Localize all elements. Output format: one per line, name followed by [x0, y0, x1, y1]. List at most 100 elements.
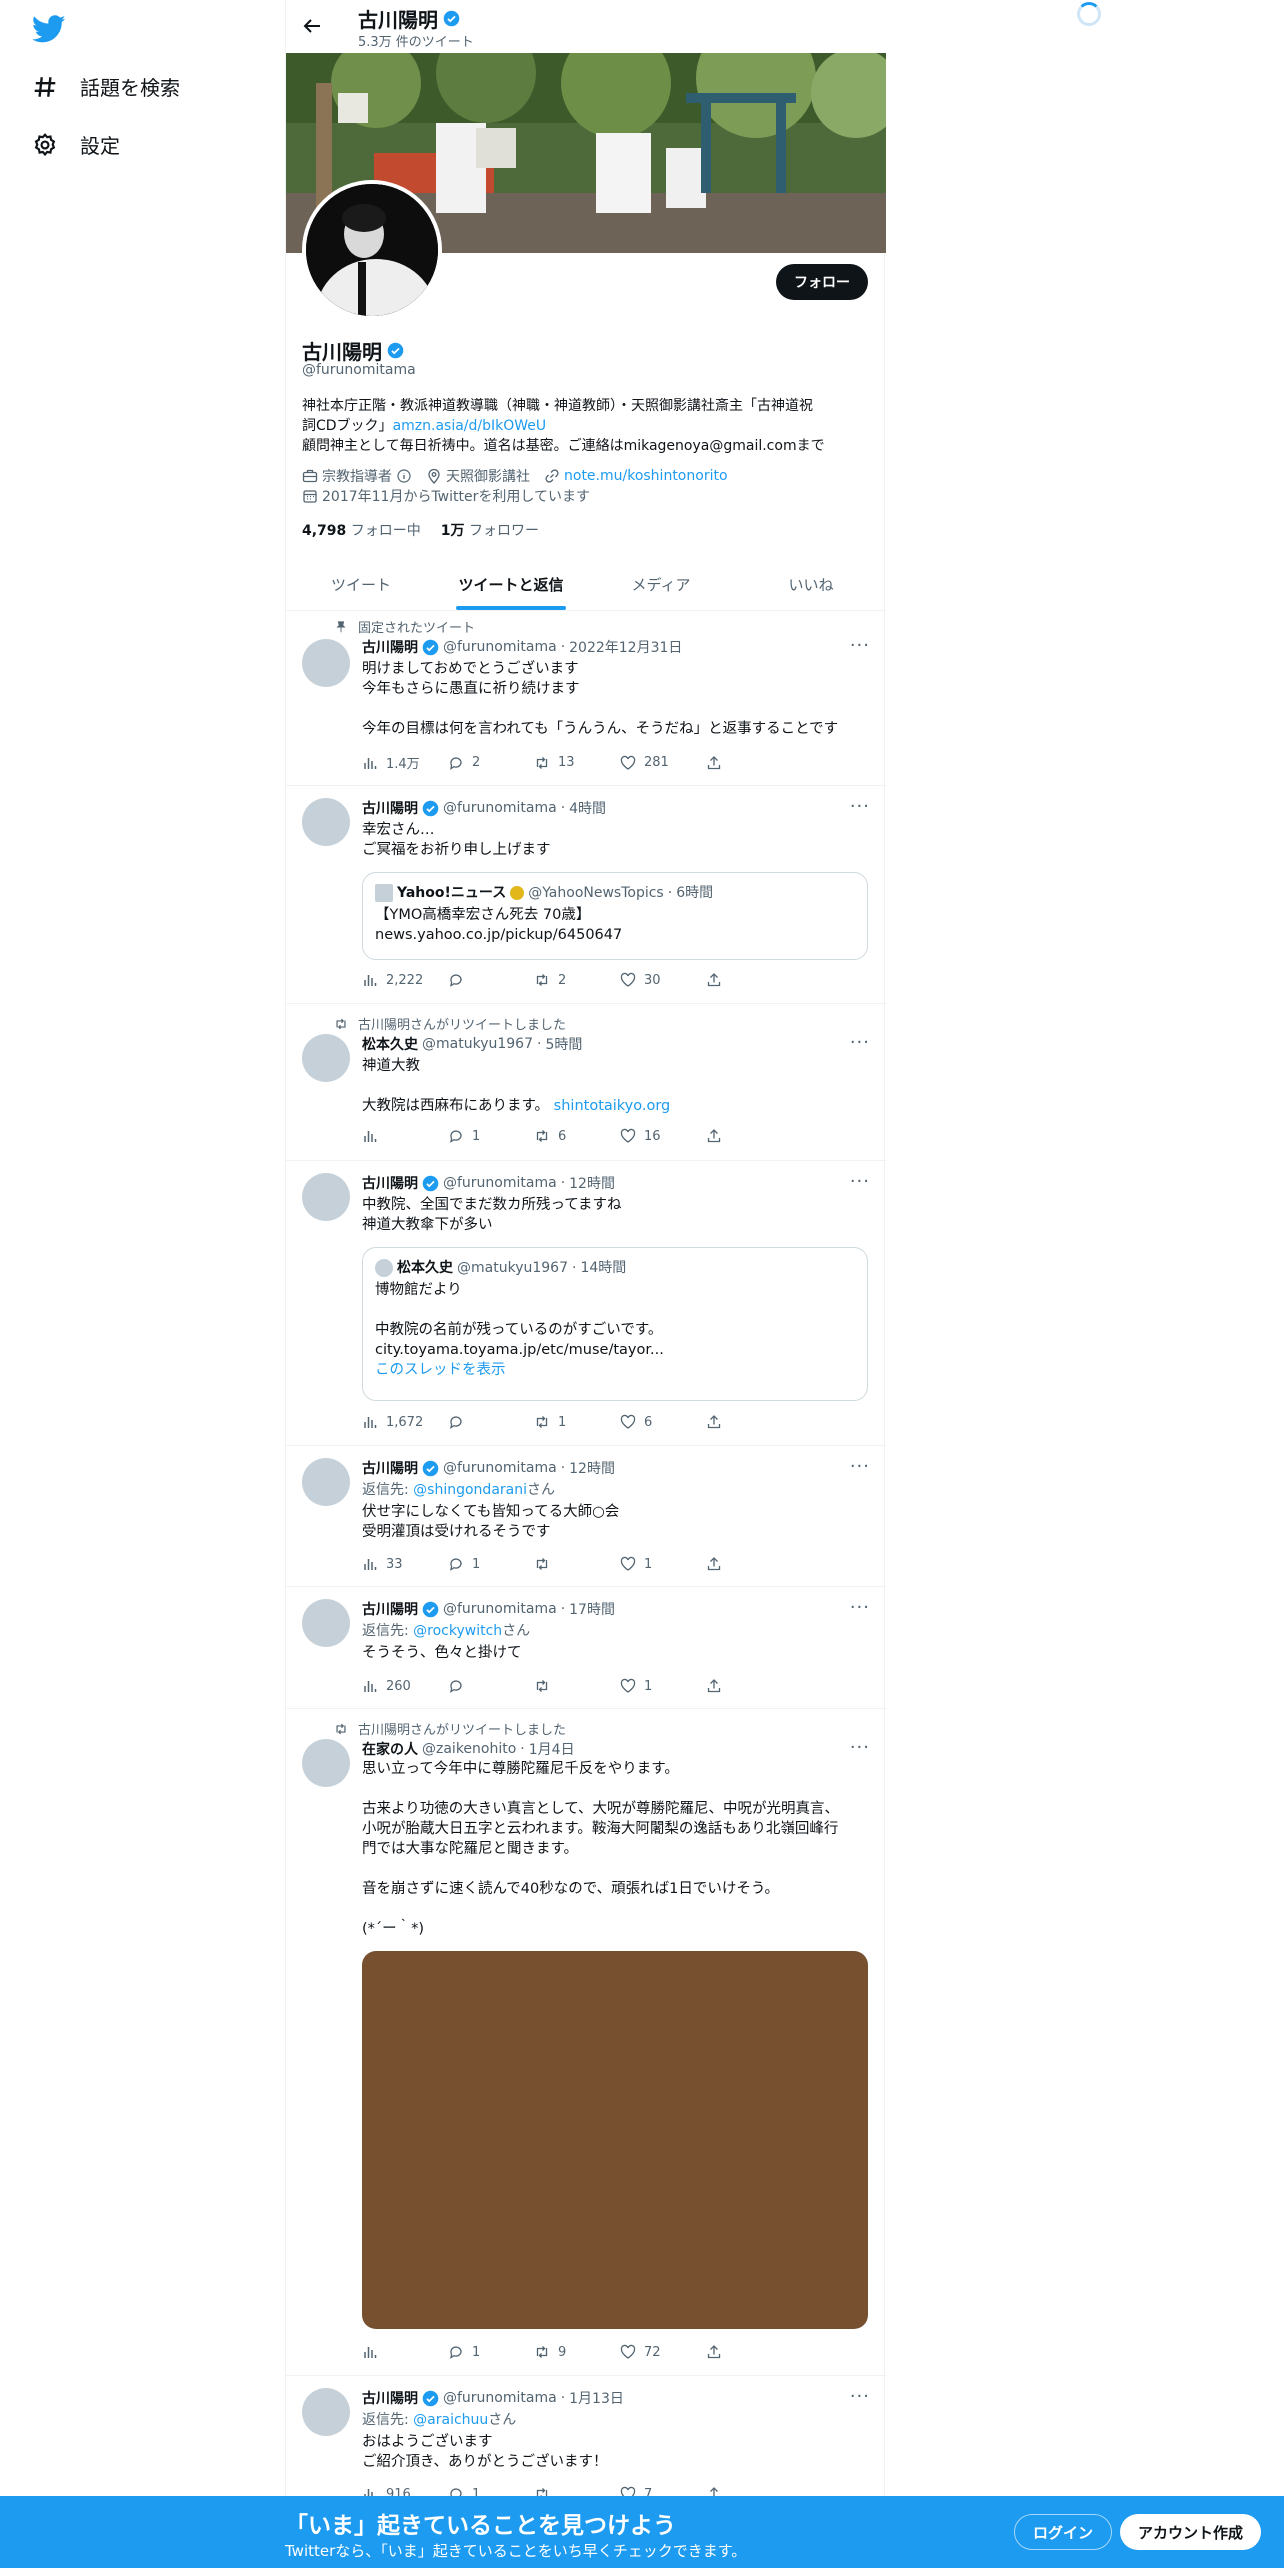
share-action[interactable]	[706, 1556, 792, 1572]
tweet-card[interactable]: 固定されたツイート 古川陽明 @furunomitama · 2022年12月31…	[286, 611, 886, 786]
reply-action[interactable]: 1	[448, 1556, 534, 1572]
author-name[interactable]: 在家の人	[362, 1739, 418, 1759]
like-action[interactable]: 16	[620, 1128, 706, 1144]
more-options-icon[interactable]: ···	[850, 1597, 870, 1618]
tab-tweets[interactable]: ツイート	[286, 558, 436, 610]
retweet-action[interactable]: 13	[534, 755, 620, 771]
like-action[interactable]: 6	[620, 1414, 706, 1430]
back-arrow-icon[interactable]	[300, 14, 324, 38]
bio-link[interactable]: amzn.asia/d/bIkOWeU	[393, 418, 547, 434]
author-handle[interactable]: @furunomitama	[443, 639, 557, 655]
reply-to-handle[interactable]: @rockywitch	[413, 1623, 502, 1639]
tweet-card[interactable]: 古川陽明さんがリツイートしました 在家の人 @zaikenohito · 1月4日…	[286, 1709, 886, 2376]
more-options-icon[interactable]: ···	[850, 1171, 870, 1192]
tweet-time[interactable]: 12時間	[569, 1458, 615, 1478]
follow-button[interactable]: フォロー	[776, 264, 868, 300]
retweet-action[interactable]: 2	[534, 972, 620, 988]
reply-action[interactable]	[448, 972, 534, 988]
tweet-time[interactable]: 12時間	[569, 1173, 615, 1193]
retweet-action[interactable]	[534, 1678, 620, 1694]
tab-media[interactable]: メディア	[586, 558, 736, 610]
views-action[interactable]: 33	[362, 1556, 448, 1572]
like-action[interactable]: 1	[620, 1678, 706, 1694]
more-options-icon[interactable]: ···	[850, 2386, 870, 2407]
login-button[interactable]: ログイン	[1014, 2514, 1113, 2550]
info-icon[interactable]	[396, 468, 412, 484]
more-options-icon[interactable]: ···	[850, 796, 870, 817]
retweet-action[interactable]	[534, 1556, 620, 1572]
quoted-tweet[interactable]: 松本久史 @matukyu1967 · 14時間 博物館だより 中教院の名前が残っ…	[362, 1247, 868, 1401]
tweet-card[interactable]: 古川陽明 @furunomitama · 12時間 ··· 中教院、全国でまだ数カ…	[286, 1161, 886, 1446]
tweet-card[interactable]: 古川陽明 @furunomitama · 4時間 ··· 幸宏さん… ご冥福をお祈…	[286, 786, 886, 1004]
reply-action[interactable]: 1	[448, 1128, 534, 1144]
reply-action[interactable]: 1	[448, 2344, 534, 2360]
reply-action[interactable]	[448, 1414, 534, 1430]
avatar[interactable]	[302, 1034, 350, 1082]
author-name[interactable]: 古川陽明	[362, 1599, 418, 1619]
like-action[interactable]: 281	[620, 755, 706, 771]
profile-url-text[interactable]: note.mu/koshintonorito	[564, 468, 728, 484]
nav-explore[interactable]: 話題を検索	[32, 72, 180, 101]
reply-action[interactable]	[448, 1678, 534, 1694]
twitter-logo-icon[interactable]	[32, 12, 66, 46]
author-name[interactable]: 松本久史	[362, 1034, 418, 1054]
profile-avatar[interactable]	[302, 180, 442, 320]
tweet-time[interactable]: 5時間	[545, 1034, 582, 1054]
avatar[interactable]	[302, 1458, 350, 1506]
like-action[interactable]: 30	[620, 972, 706, 988]
quoted-tweet[interactable]: Yahoo!ニュース @YahooNewsTopics · 6時間 【YMO高橋幸…	[362, 872, 868, 960]
tweet-time[interactable]: 2022年12月31日	[569, 637, 682, 657]
views-action[interactable]: 1,672	[362, 1414, 448, 1430]
author-handle[interactable]: @furunomitama	[443, 1460, 557, 1476]
following-count[interactable]: 4,798 フォロー中	[302, 520, 421, 540]
tweet-time[interactable]: 1月13日	[569, 2388, 624, 2408]
more-options-icon[interactable]: ···	[850, 1737, 870, 1758]
avatar[interactable]	[302, 798, 350, 846]
retweet-context-label[interactable]: 古川陽明さんがリツイートしました	[358, 1014, 566, 1033]
reply-to-handle[interactable]: @shingondarani	[413, 1482, 527, 1498]
views-action[interactable]: 2,222	[362, 972, 448, 988]
share-action[interactable]	[706, 1128, 792, 1144]
author-name[interactable]: 古川陽明	[362, 637, 418, 657]
views-action[interactable]: 260	[362, 1678, 448, 1694]
retweet-action[interactable]: 9	[534, 2344, 620, 2360]
author-name[interactable]: 古川陽明	[362, 1173, 418, 1193]
more-options-icon[interactable]: ···	[850, 635, 870, 656]
views-action[interactable]	[362, 2344, 448, 2360]
retweet-context-label[interactable]: 古川陽明さんがリツイートしました	[358, 1719, 566, 1738]
share-action[interactable]	[706, 2344, 792, 2360]
author-name[interactable]: 古川陽明	[362, 2388, 418, 2408]
tweet-time[interactable]: 4時間	[569, 798, 606, 818]
share-action[interactable]	[706, 755, 792, 771]
tweet-link[interactable]: shintotaikyo.org	[554, 1098, 671, 1114]
tweet-card[interactable]: 古川陽明さんがリツイートしました 松本久史 @matukyu1967 · 5時間 …	[286, 1004, 886, 1161]
reply-to-handle[interactable]: @araichuu	[413, 2412, 488, 2428]
show-thread-link[interactable]: このスレッドを表示	[375, 1360, 855, 1380]
author-handle[interactable]: @furunomitama	[443, 2390, 557, 2406]
like-action[interactable]: 72	[620, 2344, 706, 2360]
reply-action[interactable]: 2	[448, 755, 534, 771]
author-handle[interactable]: @zaikenohito	[422, 1741, 516, 1757]
avatar[interactable]	[302, 639, 350, 687]
author-name[interactable]: 古川陽明	[362, 798, 418, 818]
avatar[interactable]	[302, 2388, 350, 2436]
author-handle[interactable]: @furunomitama	[443, 800, 557, 816]
avatar[interactable]	[302, 1599, 350, 1647]
author-name[interactable]: 古川陽明	[362, 1458, 418, 1478]
share-action[interactable]	[706, 1414, 792, 1430]
tweet-card[interactable]: 古川陽明 @furunomitama · 17時間 ··· 返信先: @rocky…	[286, 1587, 886, 1709]
followers-count[interactable]: 1万 フォロワー	[441, 520, 539, 540]
share-action[interactable]	[706, 972, 792, 988]
views-action[interactable]: 1.4万	[362, 753, 448, 772]
retweet-action[interactable]: 6	[534, 1128, 620, 1144]
tweet-card[interactable]: 古川陽明 @furunomitama · 12時間 ··· 返信先: @shing…	[286, 1446, 886, 1587]
nav-settings[interactable]: 設定	[32, 130, 120, 159]
tab-likes[interactable]: いいね	[736, 558, 886, 610]
profile-url[interactable]: note.mu/koshintonorito	[544, 468, 728, 484]
retweet-action[interactable]: 1	[534, 1414, 620, 1430]
avatar[interactable]	[302, 1173, 350, 1221]
tab-tweets-and-replies[interactable]: ツイートと返信	[436, 558, 586, 610]
tweet-time[interactable]: 17時間	[569, 1599, 615, 1619]
avatar[interactable]	[302, 1739, 350, 1787]
author-handle[interactable]: @furunomitama	[443, 1601, 557, 1617]
